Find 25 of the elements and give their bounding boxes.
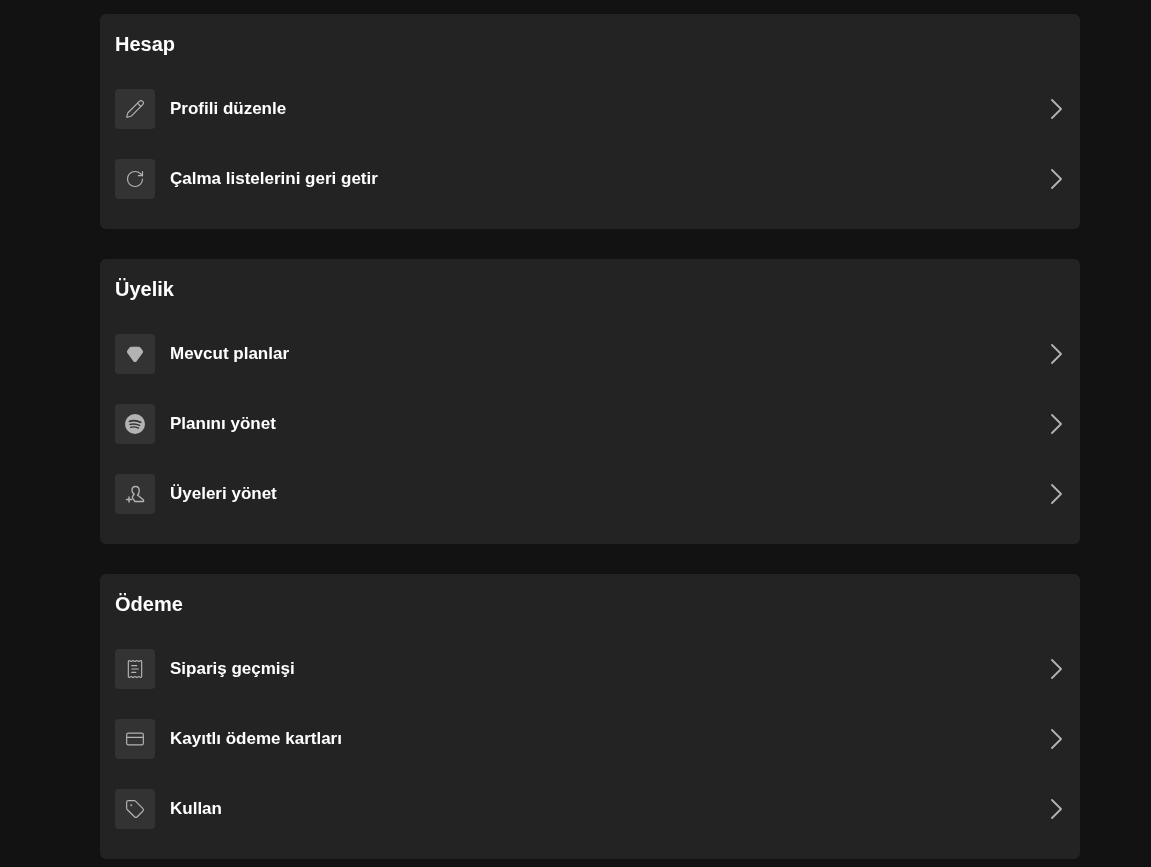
settings-item[interactable]: Kullan [115, 774, 1065, 844]
section-title: Hesap [115, 32, 176, 57]
receipt-icon [115, 649, 155, 689]
section-title: Ödeme [115, 592, 183, 617]
chevron-right-icon [1050, 169, 1062, 189]
settings-item[interactable]: Mevcut planlar [115, 319, 1065, 389]
settings-item[interactable]: Üyeleri yönet [115, 459, 1065, 529]
chevron-right-icon [1050, 729, 1062, 749]
chevron-right-icon [1050, 659, 1062, 679]
settings-item[interactable]: Sipariş geçmişi [115, 634, 1065, 704]
chevron-right-icon [1050, 484, 1062, 504]
chevron-right-icon [1050, 344, 1062, 364]
settings-item[interactable]: Çalma listelerini geri getir [115, 144, 1065, 214]
tag-icon [115, 789, 155, 829]
section-title: Üyelik [115, 277, 174, 302]
chevron-right-icon [1050, 414, 1062, 434]
user-plus-icon [115, 474, 155, 514]
settings-item[interactable]: Planını yönet [115, 389, 1065, 459]
circle-lines-icon [115, 404, 155, 444]
chevron-right-icon [1050, 799, 1062, 819]
pencil-icon [115, 89, 155, 129]
settings-item[interactable]: Kayıtlı ödeme kartları [115, 704, 1065, 774]
credit-card-icon [115, 719, 155, 759]
settings-item[interactable]: Profili düzenle [115, 74, 1065, 144]
chevron-right-icon [1050, 99, 1062, 119]
